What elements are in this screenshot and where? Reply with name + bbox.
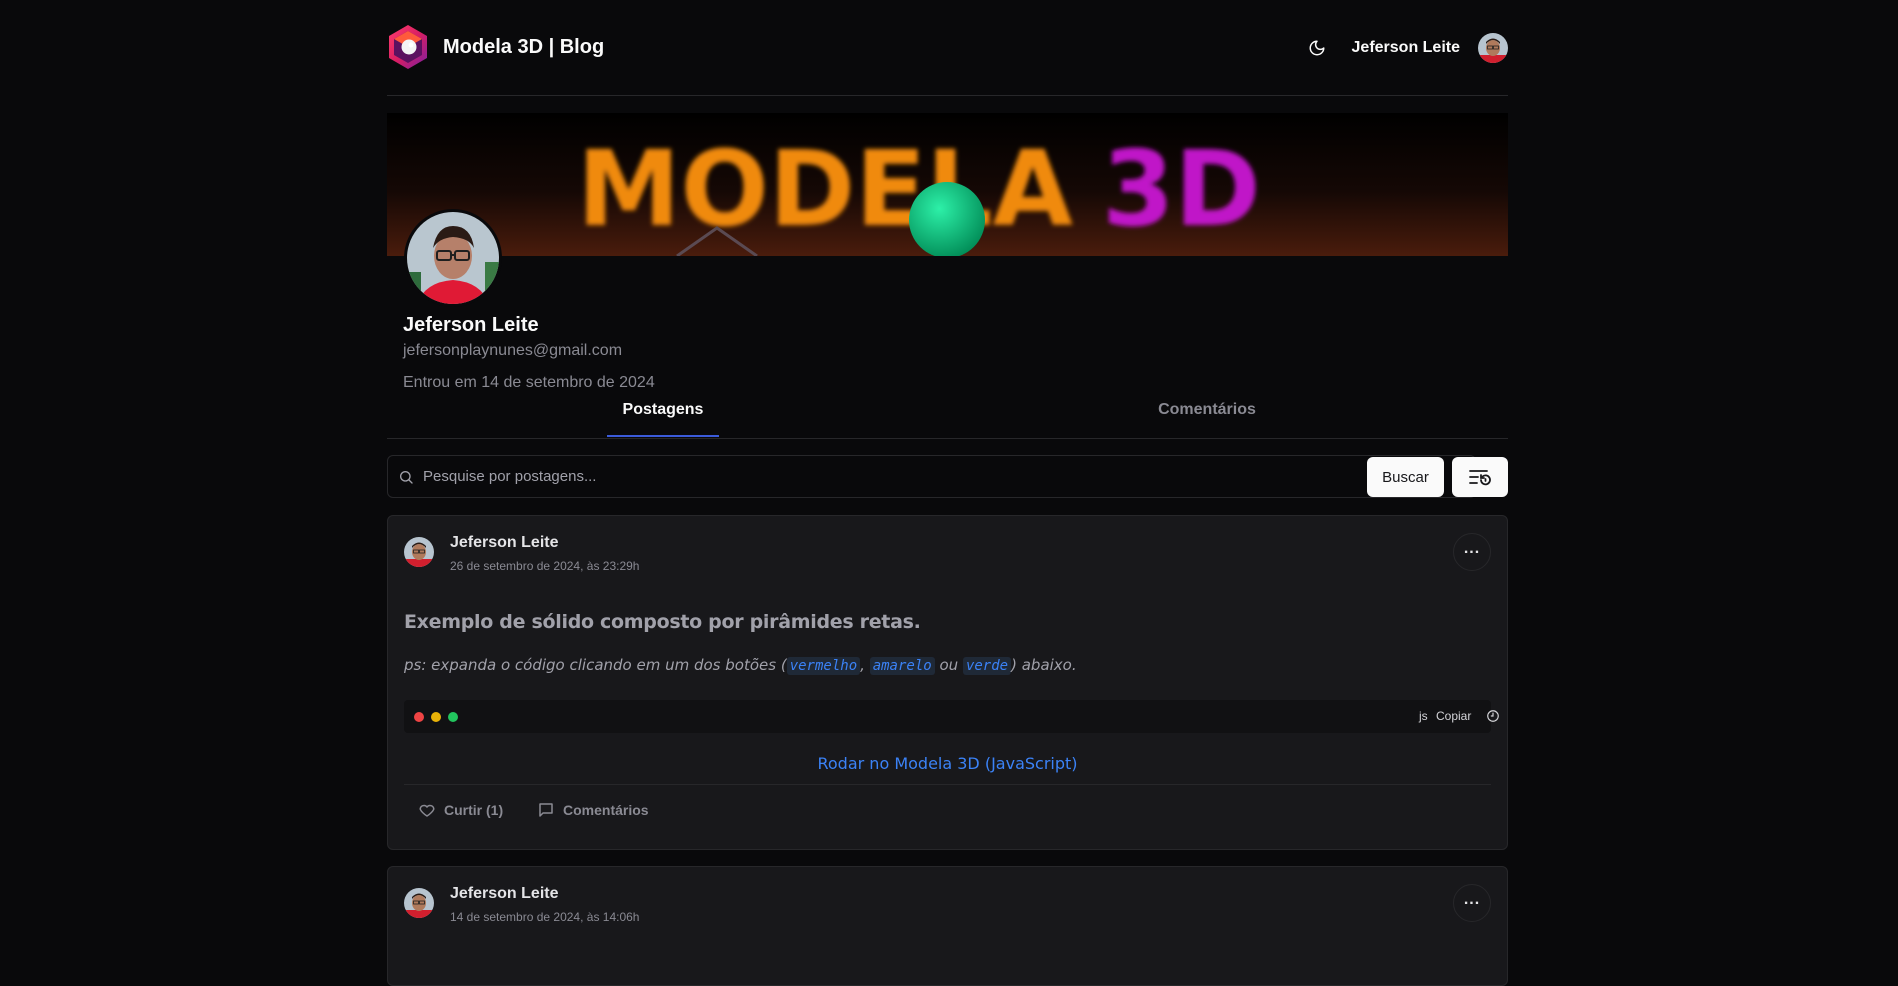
page-container: Modela 3D | Blog Jeferson Leite MODELA 3… — [387, 0, 1508, 986]
expand-green-button[interactable] — [448, 712, 458, 722]
search-box — [387, 455, 1476, 498]
expand-red-button[interactable] — [414, 712, 424, 722]
banner-image: MODELA 3D — [387, 113, 1508, 256]
brand-title: Modela 3D | Blog — [443, 35, 605, 58]
header-avatar[interactable] — [1478, 32, 1508, 63]
post-note-separator: , — [860, 656, 865, 674]
ellipsis-icon: ... — [1463, 891, 1481, 908]
code-language: js — [1419, 709, 1428, 723]
post-divider — [404, 784, 1491, 785]
code-tag-vermelho: vermelho — [786, 657, 861, 675]
post-author-avatar[interactable] — [404, 537, 434, 567]
post-author-name[interactable]: Jeferson Leite — [450, 885, 558, 903]
profile-email: jefersonplaynunes@gmail.com — [403, 342, 623, 359]
filter-button[interactable] — [1452, 457, 1508, 497]
like-button[interactable]: Curtir (1) — [418, 801, 503, 819]
banner-text-modela: MODELA — [577, 128, 1073, 250]
post-note-suffix: ) abaixo. — [1011, 656, 1077, 674]
profile-tabs: Postagens Comentários — [387, 401, 1508, 439]
post-note: ps: expanda o código clicando em um dos … — [404, 656, 1077, 675]
code-tag-verde: verde — [962, 657, 1012, 675]
theme-toggle-button[interactable] — [1300, 31, 1334, 65]
header-user-name[interactable]: Jeferson Leite — [1352, 39, 1460, 57]
ellipsis-icon: ... — [1463, 540, 1481, 557]
post-more-button[interactable]: ... — [1453, 884, 1491, 922]
post-title: Exemplo de sólido composto por pirâmides… — [404, 611, 921, 633]
top-header: Modela 3D | Blog Jeferson Leite — [387, 0, 1508, 96]
search-icon — [400, 470, 413, 484]
profile-banner: MODELA 3D — [387, 113, 1508, 256]
post-note-prefix: ps: expanda o código clicando em um dos … — [404, 656, 787, 674]
header-actions: Jeferson Leite — [1300, 31, 1508, 65]
profile-joined-date: Entrou em 14 de setembro de 2024 — [403, 374, 655, 391]
copy-code-button[interactable]: Copiar — [1436, 709, 1471, 723]
banner-text-3d: 3D — [1102, 128, 1261, 250]
code-block-header: js Copiar — [404, 700, 1499, 733]
list-filter-reset-icon — [1469, 470, 1491, 486]
expand-yellow-button[interactable] — [431, 712, 441, 722]
profile-avatar — [404, 209, 502, 307]
search-input[interactable] — [414, 455, 1475, 498]
comments-button[interactable]: Comentários — [537, 801, 649, 819]
post-card: Jeferson Leite 14 de setembro de 2024, à… — [387, 866, 1508, 986]
tab-postagens[interactable]: Postagens — [607, 401, 719, 437]
post-card: Jeferson Leite 26 de setembro de 2024, à… — [387, 515, 1508, 850]
brand[interactable]: Modela 3D | Blog — [387, 23, 604, 71]
post-more-button[interactable]: ... — [1453, 533, 1491, 571]
reset-icon[interactable] — [1486, 709, 1500, 723]
code-tag-amarelo: amarelo — [869, 657, 935, 675]
like-label: Curtir (1) — [444, 802, 504, 818]
profile-name: Jeferson Leite — [403, 314, 539, 336]
post-note-mid: ou — [939, 656, 959, 674]
comment-icon — [539, 803, 553, 817]
post-date: 26 de setembro de 2024, às 23:29h — [450, 559, 640, 573]
tab-comentarios[interactable]: Comentários — [1147, 401, 1267, 437]
post-date: 14 de setembro de 2024, às 14:06h — [450, 910, 640, 924]
heart-icon — [419, 804, 435, 817]
post-author-avatar[interactable] — [404, 888, 434, 918]
moon-icon — [1309, 40, 1325, 55]
post-author-name[interactable]: Jeferson Leite — [450, 534, 558, 552]
modela-logo-icon — [389, 25, 427, 69]
comments-label: Comentários — [563, 802, 649, 818]
search-button[interactable]: Buscar — [1367, 457, 1444, 497]
run-in-modela-link[interactable]: Rodar no Modela 3D (JavaScript) — [388, 754, 1507, 773]
